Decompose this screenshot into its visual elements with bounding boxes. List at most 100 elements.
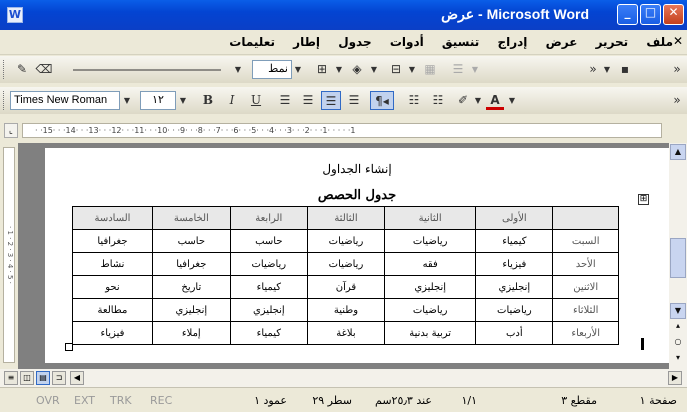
table-header-cell[interactable]: الثالثة (306, 206, 386, 230)
table-cell[interactable]: رياضيات (306, 252, 386, 276)
status-ext[interactable]: EXT (74, 394, 95, 407)
table-cell[interactable]: رياضيات (475, 298, 554, 322)
scroll-down-icon[interactable]: ▼ (670, 303, 686, 319)
table-cell[interactable]: فيزياء (72, 321, 153, 345)
table-cell[interactable]: إنجليزي (475, 275, 554, 299)
table-cell[interactable]: تربية بدنية (384, 321, 477, 345)
table-cell[interactable]: أدب (475, 321, 554, 345)
table-cell[interactable]: نشاط (72, 252, 153, 276)
table-cell[interactable]: جغرافيا (72, 229, 153, 253)
toolbar-grip[interactable] (3, 91, 6, 110)
status-section[interactable]: مقطع ٣ (561, 394, 597, 407)
align-left-icon[interactable]: ☰ (275, 91, 295, 110)
table-cell[interactable]: وطنية (306, 298, 386, 322)
scroll-thumb[interactable] (670, 238, 686, 278)
print-layout-icon[interactable]: ▤ (36, 371, 50, 385)
table-row[interactable]: الثلاثاء رياضيات رياضيات وطنية إنجليزي إنجليز… (72, 298, 619, 322)
toolbar-options-icon[interactable]: » (585, 60, 601, 79)
table-cell[interactable]: إنجليزي (151, 298, 231, 322)
menu-edit[interactable]: تحرير (596, 35, 629, 49)
table-cell[interactable]: حاسب (151, 229, 231, 253)
table-cell[interactable]: إنجليزي (229, 298, 308, 322)
table-cell[interactable]: إنجليزي (384, 275, 477, 299)
table-cell[interactable]: حاسب (229, 229, 308, 253)
table-cell[interactable]: رياضيات (306, 229, 386, 253)
style-combo[interactable]: نمط (252, 60, 292, 79)
table-header-cell[interactable]: الأولى (475, 206, 554, 230)
highlight-dropdown-icon[interactable]: ▼ (472, 91, 484, 110)
toolbar-grip[interactable] (3, 60, 6, 79)
table-cell[interactable]: تاريخ (151, 275, 231, 299)
font-name-dropdown-icon[interactable]: ▼ (121, 91, 133, 110)
document-area[interactable]: إنشاء الجداول جدول الحصص ⊞ الأولى الثانية… (18, 143, 669, 369)
insert-table-dropdown-icon[interactable]: ▼ (406, 60, 418, 79)
table-move-handle-icon[interactable]: ⊞ (638, 194, 649, 205)
eraser-icon[interactable]: ⌫ (34, 60, 54, 79)
status-column[interactable]: عمود ١ (254, 394, 287, 407)
menu-table[interactable]: جدول (338, 35, 371, 49)
table-cell[interactable]: جغرافيا (151, 252, 231, 276)
table-cell[interactable]: نحو (72, 275, 153, 299)
menu-view[interactable]: عرض (546, 35, 578, 49)
horizontal-ruler[interactable]: ⌞ · ·15· · ·14· · ·13· · ·12· · ·11· · ·… (0, 120, 687, 142)
font-name-combo[interactable]: Times New Roman (10, 91, 120, 110)
table-resize-handle-icon[interactable] (65, 343, 73, 351)
table-header-cell[interactable]: السادسة (72, 206, 153, 230)
table-cell[interactable]: كيمياء (475, 229, 554, 253)
next-page-icon[interactable]: ▾ (670, 351, 686, 367)
table-day-cell[interactable]: الأربعاء (552, 321, 619, 345)
highlight-icon[interactable]: ✐ (454, 91, 472, 110)
scroll-left-icon[interactable]: ◀ (70, 371, 84, 385)
status-page[interactable]: صفحة ١ (640, 394, 677, 407)
table-header-row[interactable]: الأولى الثانية الثالثة الرابعة الخامسة السادس… (72, 206, 619, 230)
save-icon[interactable]: ▪ (615, 60, 635, 79)
title-bar[interactable]: W Microsoft Word - عرض _ □ ✕ (0, 0, 687, 30)
insert-table-icon[interactable]: ⊟ (386, 60, 406, 79)
ruler-scale[interactable]: · ·15· · ·14· · ·13· · ·12· · ·11· · ·10… (22, 123, 662, 138)
font-color-icon[interactable]: A (486, 91, 504, 110)
toolbar-overflow-icon[interactable]: » (670, 91, 684, 110)
status-trk[interactable]: TRK (110, 394, 132, 407)
table-cell[interactable]: رياضيات (384, 229, 477, 253)
line-style-icon[interactable] (62, 60, 232, 79)
table-row[interactable]: الأربعاء أدب تربية بدنية بلاغة كيمياء إملاء في… (72, 321, 619, 345)
close-button[interactable]: ✕ (663, 4, 684, 25)
table-day-cell[interactable]: السبت (552, 229, 619, 253)
table-cell[interactable]: فيزياء (475, 252, 554, 276)
previous-page-icon[interactable]: ▴ (670, 319, 686, 335)
underline-button[interactable]: U (246, 91, 266, 110)
italic-button[interactable]: I (222, 91, 242, 110)
table-cell[interactable]: رياضيات (384, 298, 477, 322)
bullets-icon[interactable]: ☷ (428, 91, 448, 110)
numbering-icon[interactable]: ☷ (404, 91, 424, 110)
align-cell-icon[interactable]: ☰ (448, 60, 468, 79)
merge-cells-icon[interactable]: ▦ (420, 60, 440, 79)
normal-view-icon[interactable]: ≡ (4, 371, 18, 385)
menu-format[interactable]: تنسيق (442, 35, 479, 49)
shading-icon[interactable]: ◈ (347, 60, 367, 79)
borders-icon[interactable]: ⊞ (312, 60, 332, 79)
font-size-dropdown-icon[interactable]: ▼ (177, 91, 189, 110)
table-row[interactable]: السبت كيمياء رياضيات رياضيات حاسب حاسب جغرافيا (72, 229, 619, 253)
table-header-cell[interactable]: الثانية (384, 206, 477, 230)
align-cell-dropdown-icon[interactable]: ▼ (469, 60, 481, 79)
menu-tools[interactable]: أدوات (390, 35, 424, 49)
menu-insert[interactable]: إدراج (497, 35, 527, 49)
vertical-ruler-scale[interactable]: · 1 · 2 · 3 · 4 · 5 · (3, 147, 15, 363)
align-right-icon[interactable]: ☰ (321, 91, 341, 110)
document-heading[interactable]: إنشاء الجداول (45, 162, 669, 176)
horizontal-scrollbar[interactable]: ≡ ◫ ▤ ⊐ ◀ ▶ (0, 369, 687, 387)
class-schedule-table[interactable]: الأولى الثانية الثالثة الرابعة الخامسة السادس… (72, 206, 619, 345)
scroll-right-icon[interactable]: ▶ (668, 371, 682, 385)
pen-icon[interactable]: ✎ (12, 60, 32, 79)
rtl-direction-icon[interactable]: ¶◂ (370, 91, 394, 110)
web-view-icon[interactable]: ◫ (20, 371, 34, 385)
table-day-cell[interactable]: الأحد (552, 252, 619, 276)
font-color-dropdown-icon[interactable]: ▼ (506, 91, 518, 110)
menu-file[interactable]: ملف (646, 35, 673, 49)
status-line[interactable]: سطر ٢٩ (312, 394, 352, 407)
table-cell[interactable]: رياضيات (229, 252, 308, 276)
bold-button[interactable]: B (198, 91, 218, 110)
scroll-up-icon[interactable]: ▲ (670, 144, 686, 160)
table-cell[interactable]: كيمياء (229, 321, 308, 345)
